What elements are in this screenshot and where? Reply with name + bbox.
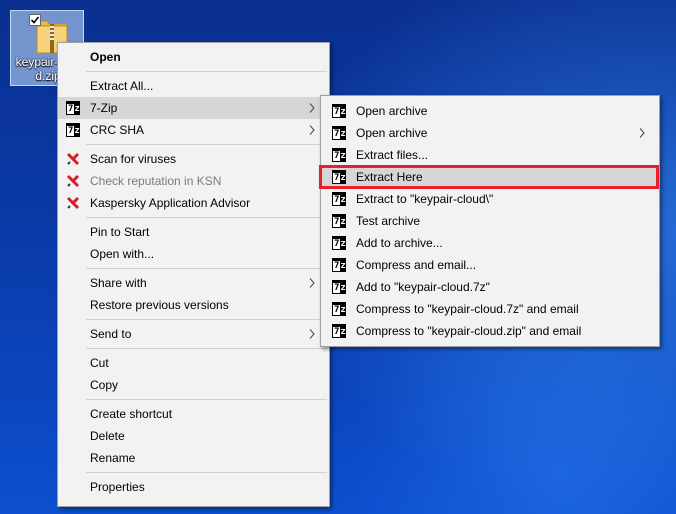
menu-item-label: Create shortcut (90, 407, 173, 421)
submenu-item-add-to-7z[interactable]: 7z Add to "keypair-cloud.7z" (321, 276, 659, 298)
menu-separator (86, 399, 327, 400)
7z-icon: 7z (332, 148, 346, 162)
7z-icon: 7z (332, 324, 346, 338)
menu-item-copy[interactable]: Copy (58, 374, 329, 396)
submenu-item-compress-email[interactable]: 7z Compress and email... (321, 254, 659, 276)
menu-separator (86, 319, 327, 320)
menu-item-label: CRC SHA (90, 123, 145, 137)
7z-icon: 7z (332, 192, 346, 206)
menu-item-label: Extract files... (356, 148, 429, 162)
submenu-item-extract-here[interactable]: 7z Extract Here (321, 166, 659, 188)
7z-icon: 7z (66, 101, 80, 115)
7z-icon: 7z (332, 280, 346, 294)
kaspersky-icon (66, 174, 80, 188)
submenu-item-extract-files[interactable]: 7z Extract files... (321, 144, 659, 166)
menu-item-label: Rename (90, 451, 136, 465)
chevron-right-icon (309, 125, 315, 135)
menu-item-scan-viruses[interactable]: Scan for viruses (58, 148, 329, 170)
menu-item-crc-sha[interactable]: 7z CRC SHA (58, 119, 329, 141)
menu-separator (86, 472, 327, 473)
7zip-submenu: 7z Open archive 7z Open archive 7z Extra… (320, 95, 660, 347)
menu-item-label: Copy (90, 378, 119, 392)
menu-item-label: Kaspersky Application Advisor (90, 196, 251, 210)
menu-item-send-to[interactable]: Send to (58, 323, 329, 345)
kaspersky-icon (66, 152, 80, 166)
submenu-item-compress-7z-email[interactable]: 7z Compress to "keypair-cloud.7z" and em… (321, 298, 659, 320)
menu-item-label: Extract Here (356, 170, 423, 184)
7z-icon: 7z (332, 236, 346, 250)
menu-item-restore-versions[interactable]: Restore previous versions (58, 294, 329, 316)
menu-separator (86, 348, 327, 349)
7z-icon: 7z (332, 126, 346, 140)
selection-checkbox-icon[interactable] (29, 14, 41, 26)
menu-item-kaspersky-advisor[interactable]: Kaspersky Application Advisor (58, 192, 329, 214)
menu-item-rename[interactable]: Rename (58, 447, 329, 469)
menu-item-label: Scan for viruses (90, 152, 177, 166)
7z-icon: 7z (332, 258, 346, 272)
context-menu: Open Extract All... 7z 7-Zip 7z CRC SHA … (57, 42, 330, 507)
menu-separator (86, 144, 327, 145)
menu-item-label: Cut (90, 356, 109, 370)
menu-item-label: Test archive (356, 214, 421, 228)
menu-item-properties[interactable]: Properties (58, 476, 329, 498)
menu-item-create-shortcut[interactable]: Create shortcut (58, 403, 329, 425)
menu-item-label: Add to archive... (356, 236, 443, 250)
menu-item-label: Open archive (356, 126, 428, 140)
menu-item-label: Share with (90, 276, 147, 290)
menu-item-label: Extract to "keypair-cloud\" (356, 192, 494, 206)
menu-item-label: Check reputation in KSN (90, 174, 222, 188)
menu-item-delete[interactable]: Delete (58, 425, 329, 447)
submenu-item-add-to-archive[interactable]: 7z Add to archive... (321, 232, 659, 254)
menu-item-open[interactable]: Open (58, 46, 329, 68)
7z-icon: 7z (66, 123, 80, 137)
menu-item-label: Open (90, 50, 121, 64)
menu-item-label: Restore previous versions (90, 298, 229, 312)
7z-icon: 7z (332, 302, 346, 316)
menu-item-cut[interactable]: Cut (58, 352, 329, 374)
menu-item-label: Compress to "keypair-cloud.7z" and email (356, 302, 579, 316)
kaspersky-icon (66, 196, 80, 210)
menu-item-label: Properties (90, 480, 145, 494)
chevron-right-icon (639, 128, 645, 138)
menu-item-label: Pin to Start (90, 225, 150, 239)
menu-item-label: 7-Zip (90, 101, 118, 115)
7z-icon: 7z (332, 170, 346, 184)
menu-item-check-reputation[interactable]: Check reputation in KSN (58, 170, 329, 192)
menu-item-open-with[interactable]: Open with... (58, 243, 329, 265)
menu-item-share-with[interactable]: Share with (58, 272, 329, 294)
menu-separator (86, 268, 327, 269)
submenu-item-test-archive[interactable]: 7z Test archive (321, 210, 659, 232)
menu-item-label: Add to "keypair-cloud.7z" (356, 280, 490, 294)
menu-item-label: Delete (90, 429, 125, 443)
menu-item-7zip[interactable]: 7z 7-Zip (58, 97, 329, 119)
menu-item-label: Send to (90, 327, 132, 341)
chevron-right-icon (309, 329, 315, 339)
submenu-item-extract-to[interactable]: 7z Extract to "keypair-cloud\" (321, 188, 659, 210)
submenu-item-compress-zip-email[interactable]: 7z Compress to "keypair-cloud.zip" and e… (321, 320, 659, 342)
menu-item-label: Open with... (90, 247, 155, 261)
menu-item-label: Compress to "keypair-cloud.zip" and emai… (356, 324, 582, 338)
chevron-right-icon (309, 278, 315, 288)
menu-item-label: Open archive (356, 104, 428, 118)
chevron-right-icon (309, 103, 315, 113)
7z-icon: 7z (332, 214, 346, 228)
menu-separator (86, 71, 327, 72)
7z-icon: 7z (332, 104, 346, 118)
menu-item-label: Compress and email... (356, 258, 477, 272)
menu-item-pin-to-start[interactable]: Pin to Start (58, 221, 329, 243)
submenu-item-open-archive[interactable]: 7z Open archive (321, 100, 659, 122)
menu-item-extract-all[interactable]: Extract All... (58, 75, 329, 97)
menu-item-label: Extract All... (90, 79, 154, 93)
submenu-item-open-archive-sub[interactable]: 7z Open archive (321, 122, 659, 144)
menu-separator (86, 217, 327, 218)
